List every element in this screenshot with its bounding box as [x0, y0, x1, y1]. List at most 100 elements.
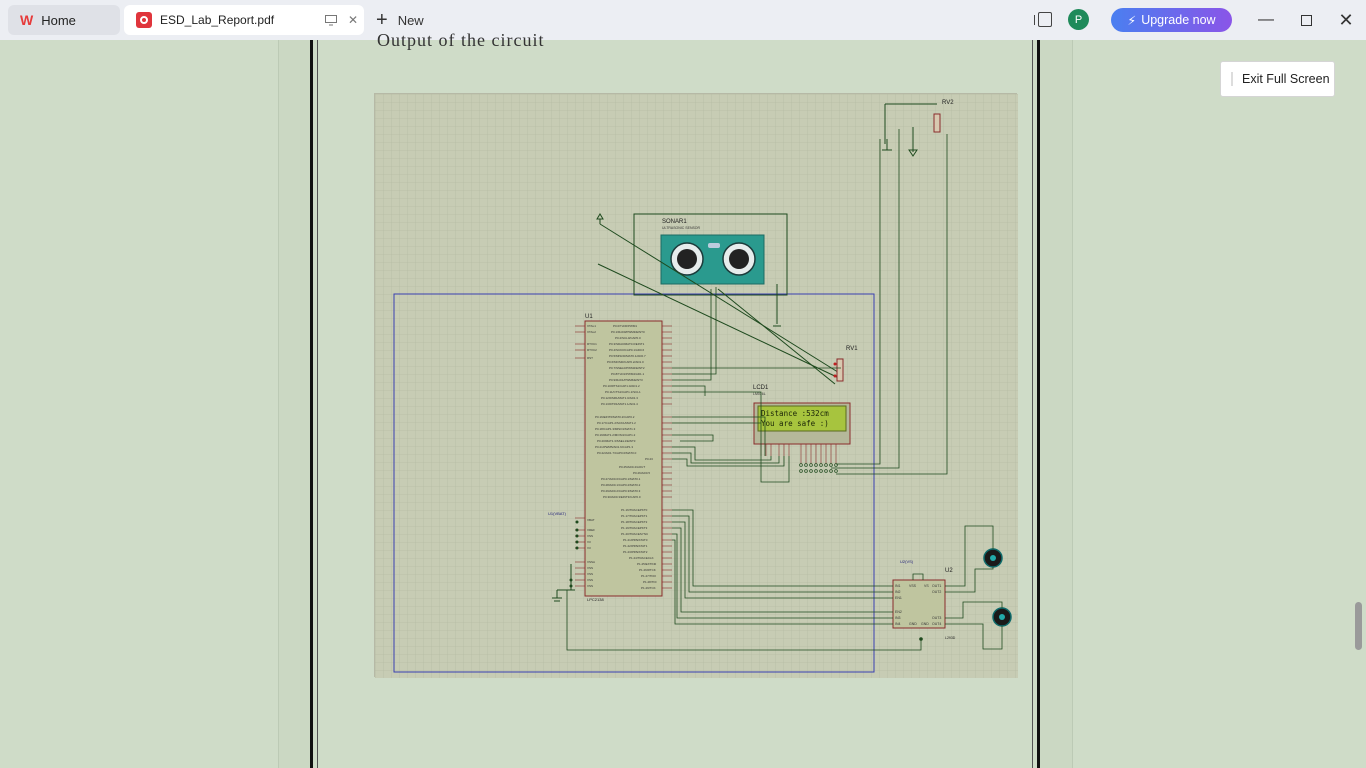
- u1-part: LPC2138: [587, 597, 604, 602]
- svg-text:P1.22/PIPESTAT1: P1.22/PIPESTAT1: [623, 544, 648, 548]
- svg-text:P0.12/DSR1/MAT1.0/AD1.3: P0.12/DSR1/MAT1.0/AD1.3: [601, 396, 638, 400]
- circuit-schematic: RV2 SONAR1 ULTRASONIC SENSOR RV1 U1 LPC2…: [374, 93, 1018, 678]
- u1-label: U1: [585, 314, 593, 320]
- svg-text:V3: V3: [587, 540, 591, 544]
- svg-text:P1.24/TRACECLK: P1.24/TRACECLK: [629, 556, 654, 560]
- close-window-button[interactable]: ✕: [1336, 10, 1356, 30]
- plus-icon: +: [376, 9, 388, 31]
- close-tab-icon[interactable]: ✕: [342, 9, 364, 31]
- exit-fullscreen-label: Exit Full Screen: [1242, 72, 1330, 86]
- tab-document[interactable]: ESD_Lab_Report.pdf ✕: [124, 5, 364, 35]
- svg-text:P1.18/TRACEPKT2: P1.18/TRACEPKT2: [621, 520, 648, 524]
- svg-text:GND: GND: [909, 622, 917, 626]
- svg-text:P1.27/TDO: P1.27/TDO: [641, 574, 657, 578]
- upgrade-label: Upgrade now: [1141, 13, 1216, 27]
- svg-text:XTAL2: XTAL2: [587, 330, 596, 334]
- svg-text:P0.0/TxD0/PWM1: P0.0/TxD0/PWM1: [613, 324, 637, 328]
- new-tab-label: New: [397, 12, 424, 28]
- lcd-line-2: You are safe :): [761, 419, 829, 428]
- tab-document-label: ESD_Lab_Report.pdf: [160, 13, 275, 27]
- pdf-file-icon: [136, 12, 152, 28]
- sonar-label: SONAR1: [662, 219, 687, 225]
- lcd-line-1: Distance :532cm: [761, 409, 829, 418]
- svg-text:IN1: IN1: [895, 584, 901, 588]
- motor-2: [992, 607, 1012, 627]
- svg-text:V3: V3: [587, 546, 591, 550]
- scrollbar-thumb[interactable]: [1355, 602, 1362, 650]
- svg-text:P0.7/SSEL0/PWM2/EINT2: P0.7/SSEL0/PWM2/EINT2: [609, 366, 645, 370]
- upgrade-button[interactable]: ⚡ Upgrade now: [1111, 8, 1232, 32]
- svg-text:VREF: VREF: [587, 528, 595, 532]
- svg-text:P1.23/PIPESTAT2: P1.23/PIPESTAT2: [623, 550, 648, 554]
- svg-text:P0.9/RxD1/PWM6/EINT3: P0.9/RxD1/PWM6/EINT3: [609, 378, 643, 382]
- svg-text:P1.19/TRACEPKT3: P1.19/TRACEPKT3: [621, 526, 648, 530]
- svg-text:P1.16/TRACEPKT0: P1.16/TRACEPKT0: [621, 508, 648, 512]
- svg-text:P0.6/MOSI0/CAP0.2/AD1.0: P0.6/MOSI0/CAP0.2/AD1.0: [607, 360, 644, 364]
- svg-text:P0.3/SDA0/MAT0.0/EINT1: P0.3/SDA0/MAT0.0/EINT1: [609, 342, 645, 346]
- tab-home[interactable]: W Home: [8, 5, 120, 35]
- svg-text:P0.4/SCK0/CAP0.1/AD0.6: P0.4/SCK0/CAP0.1/AD0.6: [609, 348, 645, 352]
- svg-text:P0.27/AD0.0/CAP0.1/MAT0.1: P0.27/AD0.0/CAP0.1/MAT0.1: [601, 477, 641, 481]
- lightning-icon: ⚡: [1127, 13, 1137, 28]
- svg-text:VBAT: VBAT: [587, 518, 595, 522]
- document-area: Output of the circuit RV2 SONAR1 ULTRASO…: [0, 30, 1366, 768]
- svg-text:P0.17/CAP1.2/SCK1/MAT1.2: P0.17/CAP1.2/SCK1/MAT1.2: [597, 421, 636, 425]
- sonar-sublabel: ULTRASONIC SENSOR: [662, 226, 701, 230]
- svg-text:P1.21/PIPESTAT0: P1.21/PIPESTAT0: [623, 538, 648, 542]
- svg-text:OUT3: OUT3: [932, 616, 941, 620]
- svg-text:IN4: IN4: [895, 622, 901, 626]
- motor-1: [983, 548, 1003, 568]
- svg-text:P0.21/PWM5/AD1.6/CAP1.3: P0.21/PWM5/AD1.6/CAP1.3: [595, 445, 633, 449]
- svg-text:VSS: VSS: [587, 584, 593, 588]
- svg-text:VSS: VSS: [909, 584, 917, 588]
- lcd-part: LM016L: [753, 392, 766, 396]
- tab-home-label: Home: [41, 12, 76, 28]
- svg-text:P1.17/TRACEPKT1: P1.17/TRACEPKT1: [621, 514, 648, 518]
- u2-vs-label: U2(VS): [900, 559, 914, 564]
- svg-text:P0.16/EINT0/MAT0.2/CAP0.2: P0.16/EINT0/MAT0.2/CAP0.2: [595, 415, 635, 419]
- monitor-icon[interactable]: [320, 9, 342, 31]
- exit-fullscreen-button[interactable]: Exit Full Screen: [1220, 61, 1335, 97]
- minimize-button[interactable]: —: [1256, 10, 1276, 30]
- page-heading-fragment: Output of the circuit: [377, 30, 545, 50]
- u2-part: L293D: [945, 636, 956, 640]
- svg-text:P0.23: P0.23: [645, 457, 653, 461]
- lcd-label: LCD1: [753, 385, 769, 391]
- svg-text:P0.19/MAT1.2/MOSI1/CAP1.2: P0.19/MAT1.2/MOSI1/CAP1.2: [595, 433, 636, 437]
- svg-text:XTAL1: XTAL1: [587, 324, 596, 328]
- svg-text:P0.18/CAP1.3/MISO1/MAT1.3: P0.18/CAP1.3/MISO1/MAT1.3: [595, 427, 636, 431]
- svg-text:P0.11/CTS1/CAP1.1/SCL1: P0.11/CTS1/CAP1.1/SCL1: [605, 390, 641, 394]
- svg-text:P1.28/TDI: P1.28/TDI: [643, 580, 657, 584]
- svg-text:VSS: VSS: [587, 578, 593, 582]
- rv2-label: RV2: [942, 100, 954, 106]
- svg-text:OUT2: OUT2: [932, 590, 941, 594]
- svg-text:VSS: VSS: [587, 566, 593, 570]
- svg-text:EN2: EN2: [895, 610, 902, 614]
- avatar[interactable]: P: [1068, 9, 1089, 30]
- svg-text:P0.8/TxD1/PWM4/AD1.1: P0.8/TxD1/PWM4/AD1.1: [611, 372, 645, 376]
- svg-text:P0.28/AD0.1/CAP0.2/MAT0.2: P0.28/AD0.1/CAP0.2/MAT0.2: [601, 483, 641, 487]
- svg-text:OUT1: OUT1: [932, 584, 941, 588]
- svg-text:IN2: IN2: [895, 590, 901, 594]
- svg-text:P0.22/AD1.7/CAP0.0/MAT0.0: P0.22/AD1.7/CAP0.0/MAT0.0: [597, 451, 637, 455]
- title-bar: W Home ESD_Lab_Report.pdf ✕ + New P ⚡ Up…: [0, 0, 1366, 40]
- svg-text:P1.26/RTCK: P1.26/RTCK: [639, 568, 656, 572]
- svg-text:P0.29/AD0.2/CAP0.3/MAT0.3: P0.29/AD0.2/CAP0.3/MAT0.3: [601, 489, 641, 493]
- svg-text:P0.25/AD0.4/AOUT: P0.25/AD0.4/AOUT: [619, 465, 645, 469]
- vertical-scrollbar[interactable]: [1352, 40, 1366, 768]
- svg-text:VSS: VSS: [587, 534, 593, 538]
- svg-text:VSS: VSS: [587, 572, 593, 576]
- window-switch-icon[interactable]: [1034, 12, 1052, 27]
- wps-logo-icon: W: [20, 12, 34, 28]
- svg-text:P0.10/RTS1/CAP1.0/AD1.2: P0.10/RTS1/CAP1.0/AD1.2: [603, 384, 640, 388]
- svg-text:RST: RST: [587, 356, 593, 360]
- svg-text:P1.25/EXTIN0: P1.25/EXTIN0: [637, 562, 657, 566]
- svg-text:P1.20/TRACESYNC: P1.20/TRACESYNC: [621, 532, 649, 536]
- svg-text:RTXC2: RTXC2: [587, 348, 597, 352]
- svg-text:RTXC1: RTXC1: [587, 342, 597, 346]
- u1-vbat-label: U1(VBAT): [548, 511, 567, 516]
- u2-label: U2: [945, 568, 953, 574]
- maximize-button[interactable]: [1296, 10, 1316, 30]
- svg-text:OUT4: OUT4: [932, 622, 941, 626]
- svg-text:EN1: EN1: [895, 596, 902, 600]
